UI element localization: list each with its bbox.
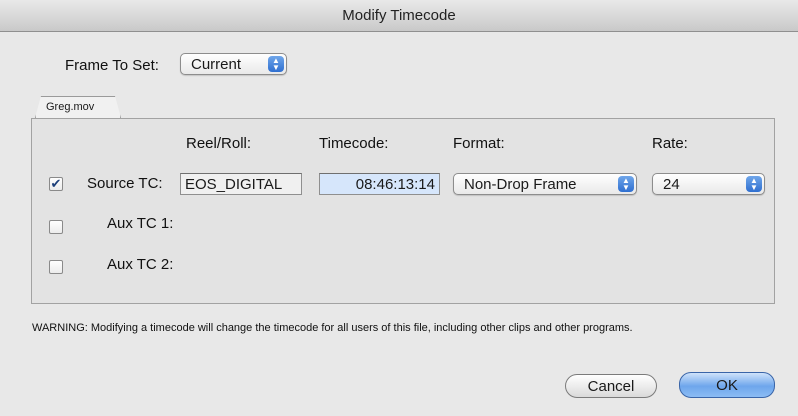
format-popup[interactable]: Non-Drop Frame ▲ ▼ [453,173,637,195]
ok-button[interactable]: OK [679,372,775,398]
rate-popup[interactable]: 24 ▲ ▼ [652,173,765,195]
warning-text: WARNING: Modifying a timecode will chang… [32,322,633,334]
dialog-body: Frame To Set: Current ▲ ▼ Greg.mov Reel/R… [0,32,798,416]
aux-tc-1-label: Aux TC 1: [107,215,174,232]
popup-arrows-icon: ▲ ▼ [746,176,762,192]
title-bar: Modify Timecode [0,0,798,32]
format-header: Format: [453,135,505,152]
aux-tc-2-checkbox[interactable] [49,260,63,274]
aux-tc-2-label: Aux TC 2: [107,256,174,273]
popup-arrows-icon: ▲ ▼ [618,176,634,192]
checkmark-icon: ✔ [50,176,62,191]
cancel-button[interactable]: Cancel [565,374,657,398]
tab-label: Greg.mov [46,101,95,113]
timecode-field[interactable]: 08:46:13:14 [319,173,440,195]
frame-to-set-popup[interactable]: Current ▲ ▼ [180,53,287,75]
tab-file[interactable]: Greg.mov [35,96,121,118]
source-tc-label: Source TC: [87,175,163,192]
source-tc-checkbox[interactable]: ✔ [49,177,63,191]
reel-roll-header: Reel/Roll: [186,135,252,152]
timecode-header: Timecode: [319,135,389,152]
aux-tc-1-checkbox[interactable] [49,220,63,234]
reel-roll-field[interactable]: EOS_DIGITAL [180,173,302,195]
rate-value: 24 [663,175,680,193]
window-title: Modify Timecode [342,7,456,24]
frame-to-set-value: Current [191,55,242,73]
rate-header: Rate: [652,135,688,152]
frame-to-set-label: Frame To Set: [65,57,159,74]
popup-arrows-icon: ▲ ▼ [268,56,284,72]
format-value: Non-Drop Frame [464,175,577,193]
